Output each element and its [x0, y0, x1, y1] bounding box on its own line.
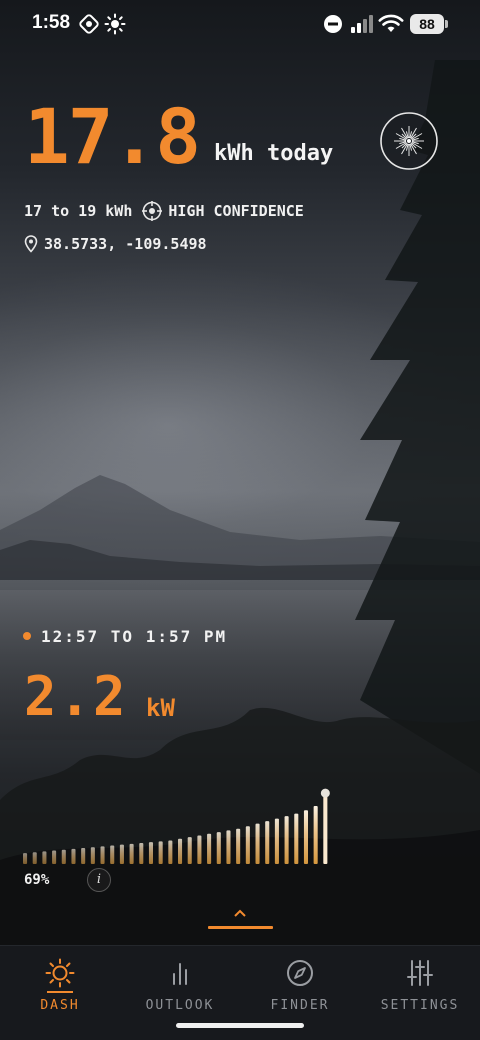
status-time: 1:58 — [32, 12, 71, 33]
forecast-range-row: 17 to 19 kWh HIGH CONFIDENCE — [24, 200, 304, 222]
chevron-up-icon[interactable] — [232, 908, 248, 918]
current-power-unit: kW — [146, 694, 175, 722]
production-bar — [100, 846, 105, 864]
tab-label: SETTINGS — [380, 998, 460, 1013]
time-window-row: 12:57 TO 1:57 PM — [23, 624, 227, 648]
confidence-label: HIGH CONFIDENCE — [168, 202, 304, 220]
production-bar — [32, 852, 37, 864]
battery-icon: 88 — [410, 14, 444, 34]
production-bar — [265, 821, 270, 864]
location-coordinates: 38.5733, -109.5498 — [44, 235, 207, 253]
sky-condition-icon[interactable] — [380, 112, 438, 170]
production-bar — [274, 818, 279, 864]
sliders-icon — [407, 960, 433, 986]
current-power-value: 2.2 — [24, 665, 128, 728]
production-bar — [23, 853, 28, 864]
production-bar — [197, 835, 202, 864]
production-bar — [168, 840, 173, 864]
production-bar — [42, 851, 47, 864]
production-bar — [139, 843, 144, 864]
tab-outlook[interactable]: OUTLOOK — [120, 958, 240, 1018]
tab-finder[interactable]: FINDER — [240, 958, 360, 1018]
production-bar — [148, 842, 154, 864]
production-bar — [81, 848, 86, 864]
location-pin-icon — [24, 235, 38, 253]
production-bar — [323, 795, 328, 864]
status-bar: 1:58 88 — [0, 0, 480, 48]
home-indicator — [176, 1023, 304, 1028]
production-bar — [236, 828, 241, 864]
daily-energy-value: 17.8 — [24, 92, 201, 181]
location-row: 38.5733, -109.5498 — [24, 233, 207, 255]
do-not-disturb-icon — [324, 15, 342, 33]
daily-energy-unit: kWh today — [214, 141, 334, 166]
production-bar — [187, 837, 192, 864]
production-bar — [129, 843, 134, 864]
forecast-range: 17 to 19 kWh — [24, 202, 133, 220]
current-hour-marker — [320, 788, 330, 798]
production-bar — [284, 816, 289, 864]
live-dot-icon — [23, 632, 31, 640]
crosshair-icon — [142, 201, 163, 221]
production-bar — [110, 845, 115, 864]
production-bar — [71, 848, 76, 864]
production-bar — [61, 849, 66, 864]
tab-settings[interactable]: SETTINGS — [360, 958, 480, 1018]
production-bar — [226, 830, 231, 864]
time-window: 12:57 TO 1:57 PM — [41, 626, 228, 646]
battery-tip — [445, 20, 448, 28]
production-bar — [255, 823, 260, 864]
production-bar — [294, 813, 299, 864]
production-bar — [207, 833, 212, 864]
production-bar — [178, 838, 183, 864]
production-bar — [119, 844, 124, 864]
compass-icon — [287, 960, 313, 986]
production-bar — [245, 826, 250, 864]
drawer-handle[interactable] — [208, 926, 273, 929]
tab-label: FINDER — [270, 998, 330, 1013]
sun-icon — [45, 958, 75, 988]
wifi-icon — [378, 14, 404, 32]
info-button[interactable]: i — [87, 868, 111, 892]
production-bar — [303, 810, 309, 864]
brightness-icon — [104, 13, 126, 35]
active-tab-indicator — [47, 991, 73, 993]
bar-chart-icon — [173, 963, 187, 985]
tab-dash[interactable]: DASH — [0, 958, 120, 1018]
production-bar — [90, 847, 95, 864]
production-bar — [216, 832, 221, 864]
production-bar — [313, 806, 318, 864]
production-bar-chart — [23, 788, 330, 864]
production-bar — [52, 850, 57, 864]
production-bar — [158, 841, 163, 864]
focus-icon — [79, 14, 99, 34]
cellular-signal-icon — [351, 15, 373, 33]
tab-label: OUTLOOK — [145, 998, 215, 1013]
percent-of-peak: 69% — [24, 872, 50, 888]
tab-label: DASH — [40, 998, 80, 1013]
